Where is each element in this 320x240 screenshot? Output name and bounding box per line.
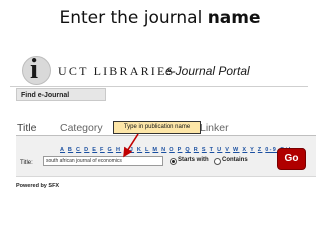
radio-starts-with-label: Starts with: [178, 157, 209, 163]
az-link[interactable]: S: [202, 147, 207, 153]
radio-contains[interactable]: [214, 158, 221, 165]
az-link[interactable]: R: [194, 147, 199, 153]
go-button[interactable]: Go: [277, 148, 306, 170]
az-link[interactable]: O: [169, 147, 175, 153]
az-link[interactable]: W: [233, 147, 240, 153]
az-link[interactable]: G: [108, 147, 114, 153]
portal-title: e-Journal Portal: [165, 64, 250, 78]
az-index: A B C D E F G H I J K L M N O P Q R S T …: [60, 147, 306, 153]
az-link[interactable]: B: [68, 147, 73, 153]
az-link[interactable]: M: [152, 147, 158, 153]
header-divider: [10, 86, 308, 87]
callout-arrow: [123, 133, 139, 158]
az-link[interactable]: J: [130, 147, 134, 153]
radio-starts-with[interactable]: [170, 158, 177, 165]
az-link[interactable]: T: [210, 147, 215, 153]
powered-by-sfx: Powered by SFX: [16, 183, 60, 189]
radio-contains-label: Contains: [222, 157, 248, 163]
az-link[interactable]: Z: [258, 147, 263, 153]
az-link[interactable]: V: [225, 147, 230, 153]
tab-linker[interactable]: Linker: [200, 122, 229, 134]
az-link[interactable]: 0-9: [265, 147, 277, 153]
az-link[interactable]: P: [178, 147, 183, 153]
az-link[interactable]: A: [60, 147, 65, 153]
slide-title-bold: name: [207, 8, 261, 28]
az-link[interactable]: L: [145, 147, 150, 153]
tab-category[interactable]: Category: [60, 122, 103, 134]
library-logo-text: UCT LIBRARIES: [58, 64, 176, 78]
az-link[interactable]: E: [92, 147, 97, 153]
find-ejournal-bar: Find e-Journal: [16, 88, 106, 101]
az-link[interactable]: K: [137, 147, 142, 153]
slide-title-prefix: Enter the journal: [59, 8, 208, 28]
tab-title[interactable]: Title: [17, 122, 36, 134]
title-search-input[interactable]: south african journal of economics: [43, 156, 163, 166]
slide-title: Enter the journal name: [0, 8, 320, 28]
az-link[interactable]: H: [116, 147, 121, 153]
az-link[interactable]: Q: [185, 147, 191, 153]
az-link[interactable]: N: [161, 147, 166, 153]
az-link[interactable]: U: [217, 147, 222, 153]
title-field-label: Title:: [20, 160, 33, 166]
az-link[interactable]: D: [84, 147, 89, 153]
az-link[interactable]: X: [242, 147, 247, 153]
az-link[interactable]: F: [100, 147, 105, 153]
az-link[interactable]: I: [124, 147, 127, 153]
az-link[interactable]: C: [76, 147, 81, 153]
logo-letter: i: [30, 53, 39, 85]
callout-box: Type in publication name: [113, 121, 201, 134]
az-link[interactable]: Y: [250, 147, 255, 153]
